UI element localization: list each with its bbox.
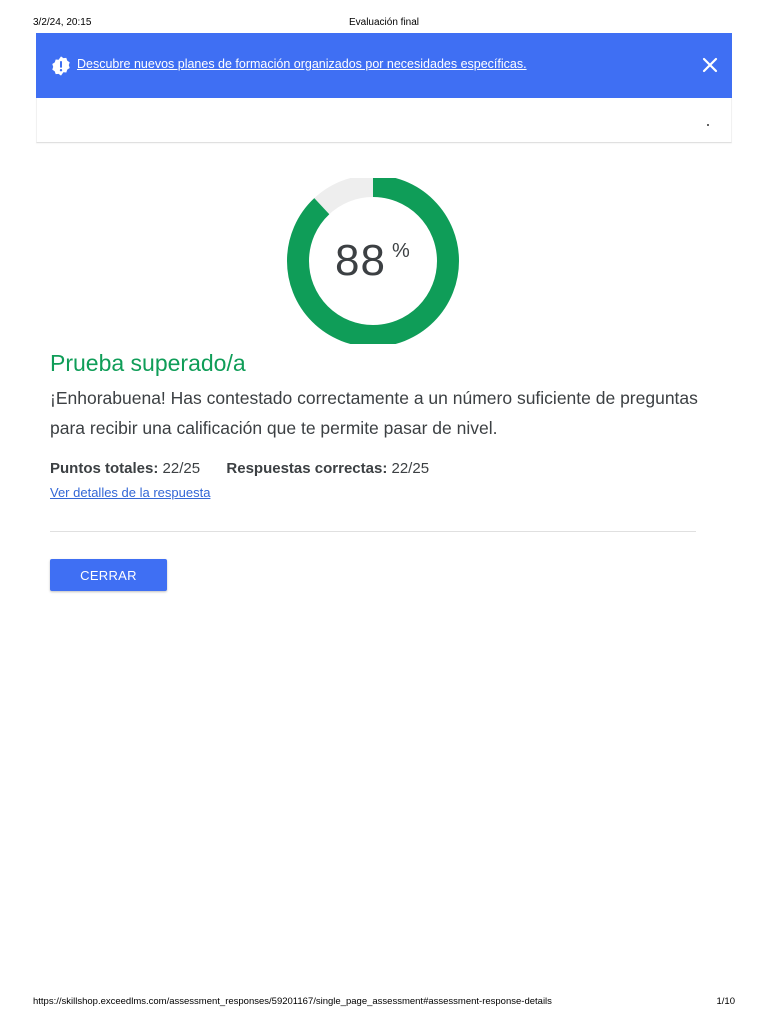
divider <box>50 531 696 532</box>
correct-answers-value: 22/25 <box>391 460 430 477</box>
result-title: Prueba superado/a <box>50 350 246 376</box>
result-message: ¡Enhorabuena! Has contestado correctamen… <box>50 388 698 438</box>
correct-answers-label: Respuestas correctas: <box>226 460 388 477</box>
secondary-bar <box>36 98 732 143</box>
info-banner: Descubre nuevos planes de formación orga… <box>36 33 732 98</box>
total-points-value: 22/25 <box>162 460 201 477</box>
dot-marker <box>707 124 709 126</box>
print-page-title: Evaluación final <box>348 17 420 28</box>
close-button[interactable]: CERRAR <box>50 559 167 591</box>
print-url: https://skillshop.exceedlms.com/assessme… <box>33 996 552 1007</box>
view-details-link[interactable]: Ver detalles de la respuesta <box>50 485 210 500</box>
score-stats: Puntos totales: 22/25 Respuestas correct… <box>50 460 429 477</box>
total-points-label: Puntos totales: <box>50 460 159 477</box>
close-icon[interactable] <box>700 55 720 75</box>
print-header: 3/2/24, 20:15 Evaluación final <box>33 17 735 29</box>
score-unit: % <box>392 240 410 262</box>
score-value: 88 <box>335 236 386 285</box>
print-page-number: 1/10 <box>716 996 736 1007</box>
alert-badge-icon <box>50 55 72 77</box>
banner-link[interactable]: Descubre nuevos planes de formación orga… <box>77 57 527 71</box>
